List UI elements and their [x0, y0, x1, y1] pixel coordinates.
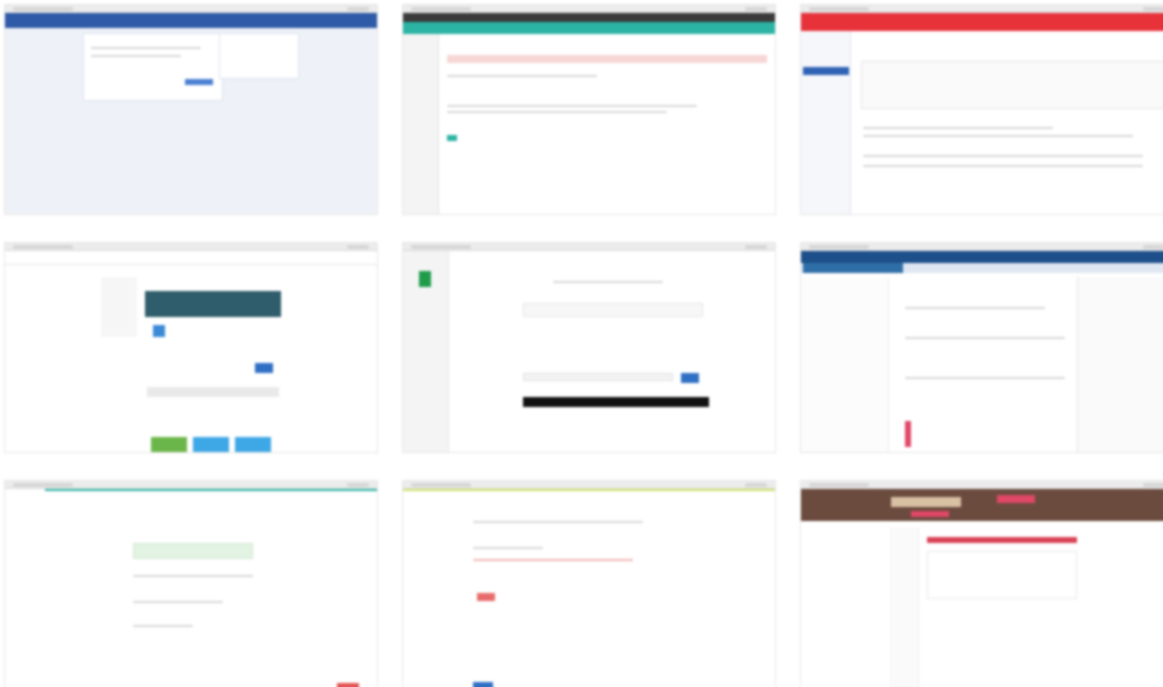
header [5, 251, 377, 265]
blue-tile[interactable] [193, 437, 229, 452]
success-banner [133, 543, 253, 559]
screenshot-5 [402, 242, 776, 453]
blue-tile[interactable] [235, 437, 271, 452]
text-line [133, 575, 253, 577]
text-line [473, 521, 643, 523]
query-field[interactable] [523, 373, 673, 381]
screenshot-8 [402, 480, 776, 687]
hero-banner [145, 291, 281, 317]
screenshot-3 [800, 4, 1163, 215]
text-line [863, 165, 1143, 167]
bottom-red-button[interactable] [337, 683, 359, 687]
browser-chrome [403, 243, 775, 251]
screenshot-2 [402, 4, 776, 215]
browser-chrome [403, 481, 775, 489]
browser-chrome [801, 5, 1163, 13]
red-button[interactable] [477, 593, 495, 601]
content-title-bar [927, 537, 1077, 543]
sidebar [801, 31, 851, 214]
left-panel [801, 277, 889, 452]
logo-bar [891, 497, 961, 507]
text-line [553, 281, 663, 283]
black-result-bar [523, 397, 709, 407]
avatar [153, 325, 165, 337]
content-box [927, 551, 1077, 599]
left-menu [101, 277, 137, 337]
top-bar-teal [403, 22, 775, 34]
browser-chrome [403, 5, 775, 13]
screenshot-9 [800, 480, 1163, 687]
blue-button[interactable] [255, 363, 273, 373]
text-line [91, 55, 181, 57]
blue-button[interactable] [473, 682, 493, 687]
teal-button[interactable] [447, 135, 457, 141]
browser-chrome [5, 243, 377, 251]
side-card [219, 33, 299, 79]
screenshot-grid [0, 0, 1163, 687]
left-column [889, 527, 919, 687]
pink-block[interactable] [997, 495, 1035, 503]
text-line [473, 547, 543, 549]
text-line [133, 601, 223, 603]
text-line [473, 559, 633, 561]
input-area[interactable] [523, 303, 703, 317]
blue-submit[interactable] [681, 373, 699, 383]
top-line [403, 489, 775, 491]
browser-chrome [801, 243, 1163, 251]
text-line [863, 127, 1053, 129]
text-line [447, 111, 667, 113]
screenshot-7 [4, 480, 378, 687]
active-tab[interactable] [803, 263, 903, 273]
content-panel [861, 61, 1163, 109]
sidebar [403, 34, 439, 214]
screenshot-1 [4, 4, 378, 215]
blue-button[interactable] [185, 79, 213, 85]
text-line [447, 75, 597, 77]
text-line [863, 155, 1143, 157]
browser-chrome [5, 481, 377, 489]
top-nav-bar [5, 13, 377, 28]
top-accent [45, 489, 377, 491]
text-line [447, 105, 697, 107]
top-bar-red [801, 13, 1163, 31]
green-tile[interactable] [151, 437, 187, 452]
pink-nav[interactable] [911, 511, 949, 517]
right-panel [1077, 277, 1163, 452]
browser-chrome [801, 481, 1163, 489]
text-line [905, 307, 1045, 309]
text-line [905, 337, 1065, 339]
text-line [133, 625, 193, 627]
text-line [863, 135, 1133, 137]
top-bar-navy [801, 251, 1163, 263]
green-logo [419, 271, 431, 287]
top-bar-dark [403, 13, 775, 22]
search-field[interactable] [147, 387, 279, 397]
screenshot-4 [4, 242, 378, 453]
alert-banner [447, 55, 767, 63]
active-sidebar-item[interactable] [803, 67, 849, 75]
text-line [91, 47, 201, 49]
main-card [83, 33, 223, 101]
browser-chrome [5, 5, 377, 13]
header-brown [801, 489, 1163, 521]
screenshot-6 [800, 242, 1163, 453]
text-line [905, 377, 1065, 379]
red-icon [905, 421, 911, 447]
